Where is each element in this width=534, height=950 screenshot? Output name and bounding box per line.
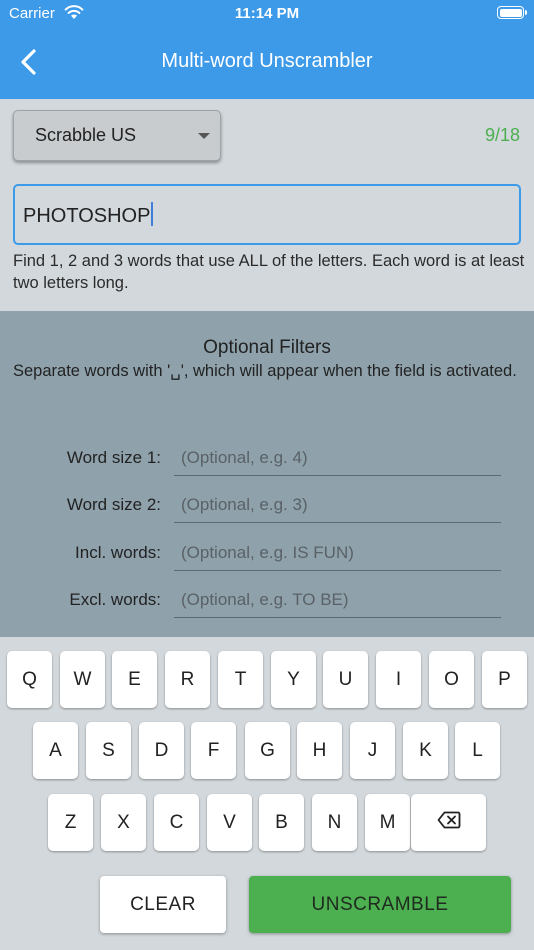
status-time: 11:14 PM — [234, 5, 300, 22]
filter-label: Word size 2: — [66, 495, 161, 514]
key-g[interactable]: G — [245, 722, 290, 779]
unscramble-button[interactable]: UNSCRAMBLE — [249, 876, 511, 933]
key-h[interactable]: H — [297, 722, 342, 779]
dropdown-caret-icon — [198, 133, 210, 139]
exclude-words-input[interactable]: (Optional, e.g. TO BE) — [174, 582, 501, 618]
filter-label: Incl. words: — [75, 543, 161, 562]
letter-counter: 9/18 — [484, 125, 520, 145]
include-words-input[interactable]: (Optional, e.g. IS FUN) — [174, 535, 501, 571]
filter-label: Excl. words: — [69, 590, 161, 609]
text-cursor — [151, 202, 154, 226]
status-bar: Carrier 11:14 PM — [0, 0, 534, 28]
word-size-1-input[interactable]: (Optional, e.g. 4) — [174, 440, 501, 476]
key-j[interactable]: J — [350, 722, 395, 779]
key-d[interactable]: D — [139, 722, 184, 779]
key-b[interactable]: B — [259, 794, 304, 851]
filter-placeholder: (Optional, e.g. 3) — [181, 495, 308, 514]
key-y[interactable]: Y — [271, 651, 316, 708]
key-i[interactable]: I — [376, 651, 421, 708]
letters-input[interactable]: PHOTOSHOP — [13, 184, 521, 245]
key-m[interactable]: M — [365, 794, 410, 851]
key-e[interactable]: E — [112, 651, 157, 708]
filter-placeholder: (Optional, e.g. 4) — [181, 448, 308, 467]
filters-title: Optional Filters — [203, 337, 331, 358]
backspace-key[interactable] — [411, 794, 486, 851]
key-c[interactable]: C — [154, 794, 199, 851]
instructions-text: Find 1, 2 and 3 words that use ALL of th… — [13, 252, 525, 292]
dictionary-selected-value: Scrabble US — [35, 125, 137, 145]
key-n[interactable]: N — [312, 794, 357, 851]
optional-filters-panel: Optional Filters Separate words with '␣'… — [0, 311, 534, 637]
filters-note: Separate words with '␣', which will appe… — [13, 362, 517, 380]
page-title: Multi-word Unscrambler — [161, 50, 373, 72]
app-header: Carrier 11:14 PM Multi-word Unscrambler — [0, 0, 534, 99]
filter-row-word-size-1: Word size 1: (Optional, e.g. 4) — [0, 440, 534, 476]
key-f[interactable]: F — [191, 722, 236, 779]
key-r[interactable]: R — [165, 651, 210, 708]
key-o[interactable]: O — [429, 651, 474, 708]
backspace-icon — [437, 811, 461, 835]
key-x[interactable]: X — [101, 794, 146, 851]
key-k[interactable]: K — [403, 722, 448, 779]
key-v[interactable]: V — [207, 794, 252, 851]
filter-row-include-words: Incl. words: (Optional, e.g. IS FUN) — [0, 535, 534, 571]
key-t[interactable]: T — [218, 651, 263, 708]
letters-input-value: PHOTOSHOP — [23, 205, 151, 227]
key-u[interactable]: U — [323, 651, 368, 708]
word-size-2-input[interactable]: (Optional, e.g. 3) — [174, 487, 501, 523]
key-s[interactable]: S — [86, 722, 131, 779]
key-z[interactable]: Z — [48, 794, 93, 851]
key-a[interactable]: A — [33, 722, 78, 779]
dictionary-select[interactable]: Scrabble US — [13, 110, 221, 161]
filter-row-word-size-2: Word size 2: (Optional, e.g. 3) — [0, 487, 534, 523]
key-p[interactable]: P — [482, 651, 527, 708]
key-q[interactable]: Q — [7, 651, 52, 708]
key-l[interactable]: L — [455, 722, 500, 779]
battery-icon — [497, 6, 527, 19]
filter-placeholder: (Optional, e.g. IS FUN) — [181, 543, 354, 562]
filter-placeholder: (Optional, e.g. TO BE) — [181, 590, 349, 609]
filter-row-exclude-words: Excl. words: (Optional, e.g. TO BE) — [0, 582, 534, 618]
filter-label: Word size 1: — [66, 448, 161, 467]
clear-button[interactable]: CLEAR — [100, 876, 226, 933]
key-w[interactable]: W — [60, 651, 105, 708]
